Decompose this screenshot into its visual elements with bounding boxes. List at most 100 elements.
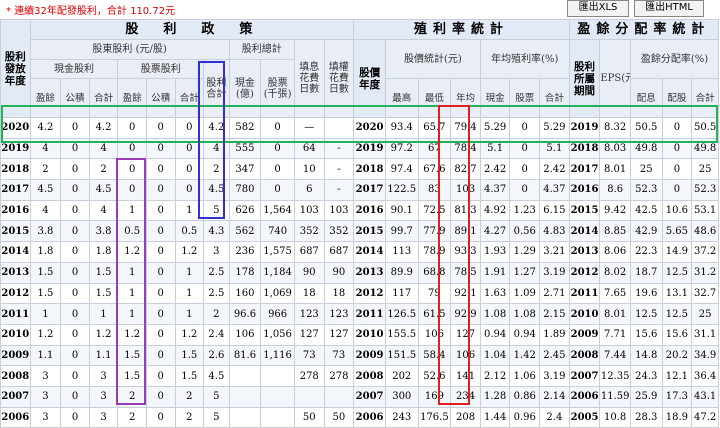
table-row: 2016 4 0 4 1 0 1 5 626 1,564 103 103 2016 90.1 72.5 81.… [0,199,719,222]
table-cell: 64 [293,137,325,160]
table-cell: 14.8 [629,344,663,367]
table-cell: 5.65 [661,220,693,243]
table-cell: 0.96 [509,406,541,428]
table-cell: 2015 [568,199,601,222]
header-dividend-total: 股利總計 [228,39,295,60]
table-cell: 8.85 [599,220,631,243]
table-cell: 1,184 [260,261,295,284]
table-cell: 2014 [0,241,31,263]
table-cell: 6.15 [539,199,570,222]
table-cell: 81.6 [228,344,262,367]
table-cell: 178 [228,261,262,284]
table-cell: 0.86 [509,385,541,408]
table-cell: 2008 [0,365,31,387]
table-cell: 2017 [353,179,386,201]
table-cell: 1.5 [174,365,205,387]
table-cell: 4.2 [29,117,62,139]
table-cell: 0 [260,158,295,181]
table-cell: 8.03 [599,137,631,160]
table-cell: 1.89 [539,323,570,346]
export-xls-button[interactable]: 匯出XLS [567,0,629,17]
table-cell: 1,069 [260,282,295,305]
table-cell: 2.6 [203,344,230,367]
table-cell: 0 [260,137,295,160]
table-cell: 4 [88,199,119,222]
table-cell: 52.3 [691,179,719,201]
table-cell: 2.5 [203,282,230,305]
table-cell: 0 [509,179,541,201]
header-alloc-total: 合計 [691,78,719,118]
table-cell: 1,575 [260,241,295,263]
table-cell: 0 [145,282,176,305]
table-cell: 2006 [0,406,31,428]
table-cell: 103 [323,199,355,222]
table-cell: 1.2 [174,323,205,346]
table-cell: 0 [60,365,90,387]
header-low: 最低 [417,78,452,118]
table-cell: 0 [60,406,90,428]
table-row: 2013 1.5 0 1.5 1 0 1 2.5 178 1,184 90 90 2013 89.9 68.… [0,261,719,284]
table-cell: 0 [117,179,147,201]
table-cell: 687 [293,241,325,263]
table-cell: 113 [384,241,419,263]
table-cell: 0 [145,344,176,367]
table-cell: 4.92 [479,199,511,222]
table-cell: 2006 [353,406,386,428]
table-cell: 4.5 [29,179,62,201]
table-cell: 202 [384,365,419,387]
header-stock-reserve: 公積 [145,78,176,118]
table-cell: 4.2 [88,117,119,139]
table-cell: 2.4 [203,323,230,346]
table-cell: - [323,158,355,181]
header-stock-dividend: 股票股利 [117,59,205,79]
table-row: 2014 1.8 0 1.8 1.2 0 1.2 3 236 1,575 687 687 2014 113… [0,241,719,263]
table-cell: 3.8 [88,220,119,243]
table-cell: 123 [323,303,355,325]
table-cell: 43.1 [691,385,719,408]
table-cell: 2018 [353,158,386,181]
table-cell: 15.6 [661,323,693,346]
table-cell: 169 [417,385,452,408]
table-cell: 1.1 [88,344,119,367]
table-cell: 122.5 [384,179,419,201]
table-cell: 2017 [568,158,601,181]
table-cell: 12.5 [661,303,693,325]
table-cell: 1.1 [29,344,62,367]
export-html-button[interactable]: 匯出HTML [634,0,704,17]
table-cell: 52.6 [417,365,452,387]
table-cell: 0 [661,158,693,181]
table-cell: 0 [174,137,205,160]
table-cell: 1.2 [117,241,147,263]
table-cell: 300 [384,385,419,408]
table-cell: 15.6 [629,323,663,346]
table-row: 2017 4.5 0 4.5 0 0 0 4.5 780 0 6-2017 122.5 83 103 4.3… [0,179,719,201]
table-cell: 47.2 [691,406,719,428]
table-cell: 0.56 [509,220,541,243]
table-cell: 50 [293,406,325,428]
table-cell [228,385,262,408]
table-cell: 28.3 [629,406,663,428]
table-cell: 0 [145,323,176,346]
table-cell: 123 [293,303,325,325]
table-cell: 2013 [353,261,386,284]
table-cell: 151.5 [384,344,419,367]
table-cell: 1.8 [29,241,62,263]
table-cell [228,406,262,428]
table-cell: 97.4 [384,158,419,181]
table-cell: 2018 [0,158,31,181]
table-cell: 4.3 [203,220,230,243]
table-cell: 25 [691,158,719,181]
table-cell: 176.5 [417,406,452,428]
table-cell: 0 [145,220,176,243]
table-cell: 2016 [353,199,386,222]
header-avg-yield: 年均殖利率(%) [479,39,570,79]
table-cell: 2 [174,385,205,408]
table-cell: 2020 [353,117,386,139]
table-cell: 126.5 [384,303,419,325]
header-payout-stats: 盈餘分配率統計 [568,19,720,40]
table-cell: 18.7 [629,261,663,284]
table-cell: 1,564 [260,199,295,222]
table-cell: 1.5 [88,282,119,305]
table-cell: 48.6 [691,220,719,243]
table-cell: 5 [203,199,230,222]
